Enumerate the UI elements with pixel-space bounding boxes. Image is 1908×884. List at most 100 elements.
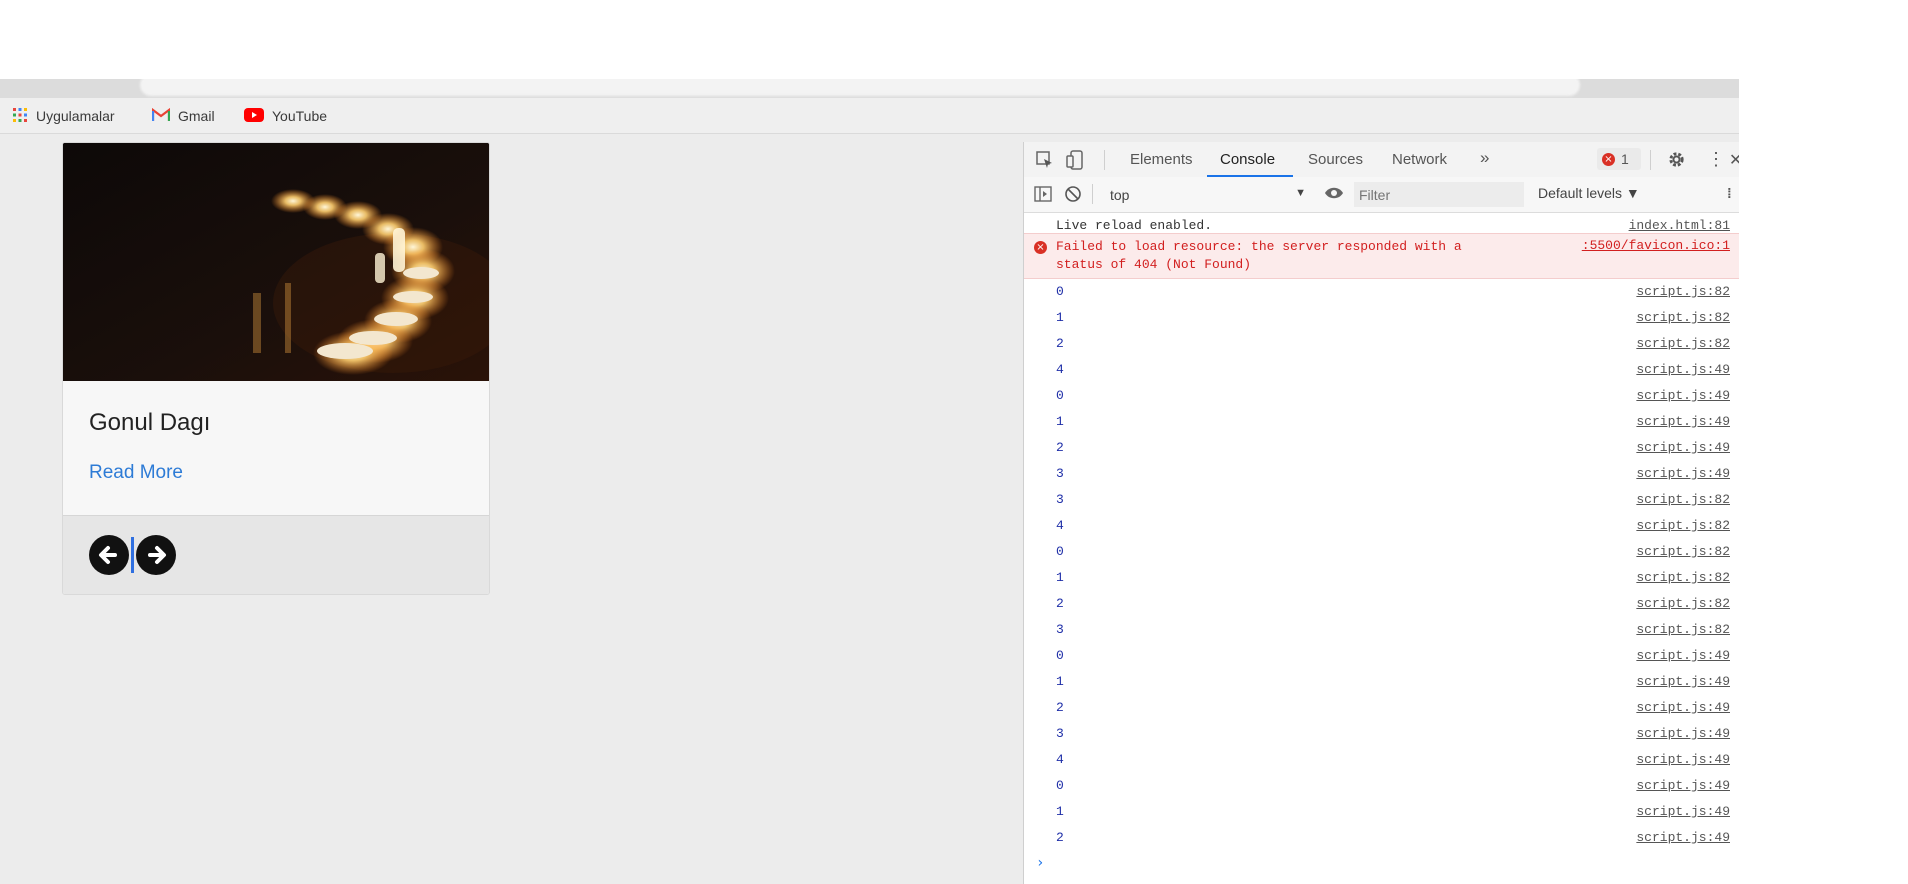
log-value: 3 [1056, 492, 1064, 507]
context-value: top [1110, 187, 1130, 203]
bookmark-youtube[interactable]: YouTube [244, 107, 327, 125]
text-caret [131, 537, 134, 573]
close-icon[interactable]: ✕ [1729, 150, 1739, 170]
log-source-link[interactable]: script.js:49 [1636, 648, 1730, 663]
log-source-link[interactable]: script.js:82 [1636, 284, 1730, 299]
console-log-row: 2 script.js:49 [1024, 434, 1739, 460]
devtools-tabbar: Elements Console Sources Network » × 1 ⋮… [1024, 142, 1739, 178]
chevron-down-icon: ▼ [1295, 187, 1306, 199]
card-title: Gonul Dagı [89, 409, 211, 436]
log-source-link[interactable]: script.js:49 [1636, 804, 1730, 819]
log-value: 2 [1056, 700, 1064, 715]
console-toolbar: top ▼ Default levels ▼ ⁞ [1024, 177, 1739, 213]
console-settings-icon[interactable]: ⁞ [1727, 185, 1732, 201]
log-source-link[interactable]: script.js:82 [1636, 518, 1730, 533]
console-log-row: 0 script.js:49 [1024, 772, 1739, 798]
log-levels-dropdown[interactable]: Default levels ▼ [1538, 185, 1640, 201]
log-value: 1 [1056, 414, 1064, 429]
log-source-link[interactable]: script.js:49 [1636, 440, 1730, 455]
console-log-row: 3 script.js:49 [1024, 720, 1739, 746]
tab-separator [1650, 150, 1651, 170]
console-log-row: 0 script.js:82 [1024, 538, 1739, 564]
log-source-link[interactable]: script.js:49 [1636, 830, 1730, 845]
gear-icon[interactable] [1667, 150, 1686, 174]
log-value: 2 [1056, 830, 1064, 845]
log-source-link[interactable]: script.js:82 [1636, 310, 1730, 325]
log-source-link[interactable]: script.js:49 [1636, 674, 1730, 689]
console-log-row: 1 script.js:82 [1024, 304, 1739, 330]
log-value: 3 [1056, 726, 1064, 741]
console-log-row: 3 script.js:49 [1024, 460, 1739, 486]
log-source-link[interactable]: script.js:49 [1636, 700, 1730, 715]
more-tabs-button[interactable]: » [1480, 148, 1489, 168]
log-source-link[interactable]: script.js:82 [1636, 596, 1730, 611]
error-icon: × [1034, 241, 1047, 254]
log-value: 3 [1056, 466, 1064, 481]
kebab-menu-icon[interactable]: ⋮ [1707, 150, 1725, 168]
console-log-row: 0 script.js:82 [1024, 278, 1739, 304]
console-log-row: 4 script.js:49 [1024, 356, 1739, 382]
console-prompt[interactable]: › [1036, 855, 1044, 871]
console-log-row: 0 script.js:49 [1024, 382, 1739, 408]
tab-separator [1104, 150, 1105, 170]
tab-network[interactable]: Network [1392, 151, 1447, 168]
console-log-row: 1 script.js:49 [1024, 668, 1739, 694]
address-bar[interactable] [0, 79, 1739, 98]
log-source-link[interactable]: script.js:49 [1636, 388, 1730, 403]
log-source-link[interactable]: script.js:49 [1636, 466, 1730, 481]
log-source-link[interactable]: script.js:49 [1636, 362, 1730, 377]
bookmark-label: YouTube [272, 108, 328, 124]
error-counter[interactable]: × 1 [1597, 148, 1641, 170]
prev-button[interactable] [89, 535, 129, 575]
clear-console-icon[interactable] [1064, 185, 1082, 208]
device-toolbar-icon[interactable] [1066, 150, 1084, 175]
message-source[interactable]: index.html:81 [1629, 218, 1730, 233]
candles-photo [63, 143, 489, 381]
log-value: 1 [1056, 804, 1064, 819]
bookmark-apps[interactable]: Uygulamalar [12, 107, 115, 125]
console-log-row: 4 script.js:49 [1024, 746, 1739, 772]
console-log-row: 0 script.js:49 [1024, 642, 1739, 668]
console-log-row: 3 script.js:82 [1024, 486, 1739, 512]
browser-window: Uygulamalar Gmail YouTube Gonul Dagı Rea… [0, 79, 1739, 884]
youtube-icon [244, 107, 264, 125]
page-viewport: Gonul Dagı Read More [0, 134, 1023, 884]
url-field[interactable] [140, 79, 1580, 96]
card-footer [63, 515, 489, 594]
tab-elements[interactable]: Elements [1130, 151, 1193, 168]
log-source-link[interactable]: script.js:82 [1636, 336, 1730, 351]
read-more-link[interactable]: Read More [89, 462, 183, 484]
log-source-link[interactable]: script.js:82 [1636, 544, 1730, 559]
console-log-row: 4 script.js:82 [1024, 512, 1739, 538]
log-source-link[interactable]: script.js:49 [1636, 414, 1730, 429]
console-log-row: 2 script.js:49 [1024, 694, 1739, 720]
bookmark-label: Uygulamalar [36, 108, 115, 124]
log-source-link[interactable]: script.js:49 [1636, 752, 1730, 767]
inspect-element-icon[interactable] [1036, 151, 1054, 174]
log-value: 2 [1056, 440, 1064, 455]
log-source-link[interactable]: script.js:49 [1636, 726, 1730, 741]
tab-sources[interactable]: Sources [1308, 151, 1363, 168]
next-button[interactable] [136, 535, 176, 575]
sidebar-toggle-icon[interactable] [1034, 186, 1052, 207]
tab-console[interactable]: Console [1220, 151, 1275, 168]
log-value: 4 [1056, 362, 1064, 377]
error-icon: × [1602, 153, 1615, 166]
message-text: Live reload enabled. [1056, 218, 1213, 233]
log-value: 0 [1056, 284, 1064, 299]
error-line: status of 404 (Not Found) [1056, 257, 1252, 272]
error-source[interactable]: :5500/favicon.ico:1 [1582, 238, 1730, 253]
context-selector[interactable]: top ▼ [1098, 182, 1316, 207]
log-source-link[interactable]: script.js:82 [1636, 570, 1730, 585]
filter-input[interactable] [1354, 182, 1524, 207]
log-value: 0 [1056, 544, 1064, 559]
bookmark-label: Gmail [178, 108, 215, 124]
log-source-link[interactable]: script.js:82 [1636, 622, 1730, 637]
log-source-link[interactable]: script.js:82 [1636, 492, 1730, 507]
bookmark-gmail[interactable]: Gmail [151, 107, 215, 125]
devtools-panel: Elements Console Sources Network » × 1 ⋮… [1023, 142, 1739, 884]
gmail-icon [151, 107, 171, 125]
error-count: 1 [1621, 151, 1629, 167]
log-source-link[interactable]: script.js:49 [1636, 778, 1730, 793]
eye-icon[interactable] [1324, 186, 1344, 205]
